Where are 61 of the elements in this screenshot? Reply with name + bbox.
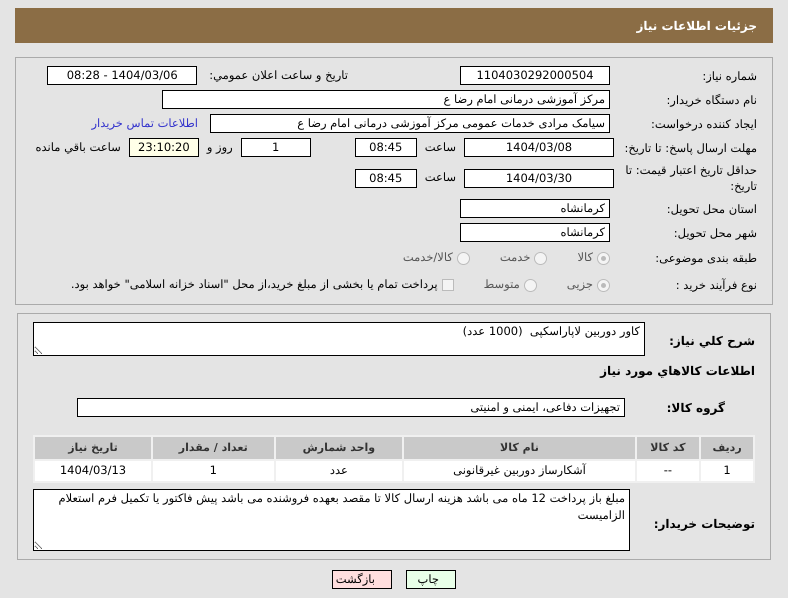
days-field: 1 <box>240 138 311 157</box>
table-cell: آشکارساز دوربین غیرقانونی <box>403 460 636 482</box>
field-label: شرح کلي نیاز: <box>668 333 755 350</box>
buyer-org-field: مرکز آموزشی درمانی امام رضا ع <box>162 90 610 109</box>
buyer-notes-field[interactable]: مبلغ باز پرداخت 12 ماه می باشد هزینه ارسال کالا تا مقصد بعهده فروشنده می باشد پیش فاکتور یا تکمیل فرم استعلام الزامیست <box>33 489 630 551</box>
goods-group-field: تجهیزات دفاعی، ایمنی و امنیتی <box>77 398 625 417</box>
remaining-time-field: 23:10:20 <box>128 138 199 157</box>
field-label: شماره نیاز: <box>701 68 757 84</box>
table-cell: 1 <box>700 460 754 482</box>
radio-button[interactable] <box>534 252 548 264</box>
radio-label: کالا <box>577 249 593 266</box>
radio-button[interactable] <box>597 278 610 292</box>
table-cell: -- <box>636 460 700 482</box>
column-header: کد کالا <box>636 436 700 460</box>
table-cell: 1 <box>152 460 275 482</box>
radio-button[interactable] <box>524 278 537 292</box>
page-header: جزئیات اطلاعات نیاز <box>15 8 773 43</box>
field-label: مهلت ارسال پاسخ: تا تاریخ: <box>623 140 757 156</box>
column-header: تعداد / مقدار <box>152 436 275 460</box>
need-number-field: 1104030292000504 <box>460 66 610 85</box>
time-label: ساعت <box>424 138 456 156</box>
checkbox[interactable] <box>442 279 454 291</box>
field-label: شهر محل تحویل: <box>672 224 757 240</box>
column-header: نام کالا <box>403 436 636 460</box>
field-label: ایجاد کننده درخواست: <box>650 116 757 132</box>
deadline-time-field: 08:45 <box>354 138 417 157</box>
radio-label: متوسط <box>484 276 520 294</box>
table-cell: عدد <box>274 460 404 482</box>
radio-button[interactable] <box>597 252 610 264</box>
radio-label: کالا/خدمت <box>402 249 453 266</box>
days-label: روز و <box>206 138 233 156</box>
back-button[interactable]: بازگشت <box>332 570 392 589</box>
city-field: کرمانشاه <box>460 223 610 242</box>
column-header: واحد شمارش <box>274 436 404 460</box>
section-title: اطلاعات کالاهاي مورد نیاز <box>598 363 755 380</box>
column-header: تاریخ نیاز <box>34 436 152 460</box>
field-label: تاریخ و ساعت اعلان عمومي: <box>209 66 348 84</box>
radio-label: خدمت <box>500 249 530 266</box>
validity-time-field: 08:45 <box>354 168 417 188</box>
field-label: نوع فرآیند خرید : <box>674 277 757 293</box>
radio-label: جزیی <box>566 276 593 294</box>
field-label: نام دستگاه خریدار: <box>665 92 757 108</box>
field-label: طبقه بندی موضوعی: <box>654 250 757 266</box>
radio-button[interactable] <box>456 252 470 264</box>
print-button[interactable]: چاپ <box>406 570 456 589</box>
checkbox-label: پرداخت تمام یا بخشی از مبلغ خرید،از محل "اسناد خزانه اسلامی" خواهد بود. <box>70 276 438 294</box>
field-label: توضیحات خریدار: <box>652 516 755 533</box>
announce-date-field: 1404/03/06 - 08:28 <box>47 66 198 85</box>
time-label: ساعت <box>424 169 456 186</box>
province-field: کرمانشاه <box>460 199 610 218</box>
description-field[interactable]: کاور دوربین لاپاراسکپی (1000 عدد) <box>33 322 645 356</box>
buyer-contact-link[interactable]: اطلاعات تماس خریدار <box>91 114 198 132</box>
field-label: استان محل تحویل: <box>666 200 757 216</box>
deadline-date-field: 1404/03/08 <box>464 138 614 157</box>
validity-date-field: 1404/03/30 <box>464 168 614 188</box>
field-label: گروه کالا: <box>666 400 726 416</box>
field-label: حداقل تاریخ اعتبار قیمت: تا تاریخ: <box>624 162 757 194</box>
requester-field: سیامک مرادی خدمات عمومی مرکز آموزشی درمانی امام رضا ع <box>210 114 610 133</box>
remaining-label: ساعت باقي مانده <box>36 138 121 156</box>
table-cell: 1404/03/13 <box>34 460 152 482</box>
column-header: ردیف <box>700 436 754 460</box>
